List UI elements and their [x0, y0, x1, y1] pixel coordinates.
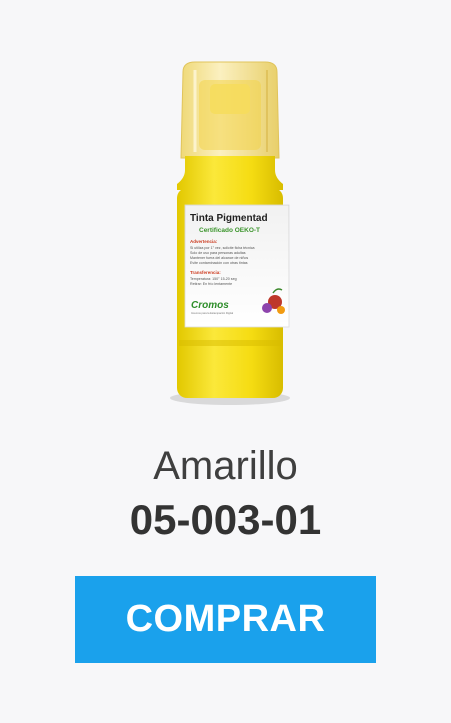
- product-name: Amarillo: [153, 444, 298, 488]
- product-card: Tinta Pigmentad Certificado OEKO-T Adver…: [0, 0, 451, 723]
- product-code: 05-003-01: [129, 496, 322, 543]
- buy-button[interactable]: COMPRAR: [75, 576, 376, 663]
- ink-bottle-image: Tinta Pigmentad Certificado OEKO-T Adver…: [170, 61, 290, 405]
